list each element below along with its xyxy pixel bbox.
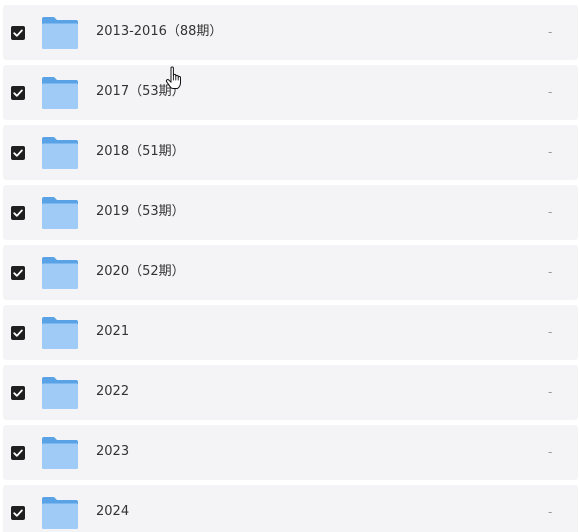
checkbox-checked-icon[interactable] [11,326,25,340]
folder-name[interactable]: 2017（53期） [96,82,185,102]
folder-size: - [548,145,553,159]
folder-size: - [548,505,553,519]
folder-name[interactable]: 2024 [96,502,129,522]
folder-row[interactable]: 2013-2016（88期） - [3,5,578,60]
checkbox-checked-icon[interactable] [11,386,25,400]
folder-size: - [548,265,553,279]
folder-size: - [548,445,553,459]
folder-icon [41,136,79,170]
folder-icon [41,256,79,290]
folder-row[interactable]: 2018（51期） - [3,125,578,180]
folder-name[interactable]: 2020（52期） [96,262,185,282]
folder-icon [41,76,79,110]
checkbox-checked-icon[interactable] [11,266,25,280]
folder-icon [41,316,79,350]
folder-icon [41,196,79,230]
folder-row[interactable]: 2019（53期） - [3,185,578,240]
folder-row[interactable]: 2023 - [3,425,578,480]
checkbox-checked-icon[interactable] [11,146,25,160]
folder-name[interactable]: 2019（53期） [96,202,185,222]
checkbox-checked-icon[interactable] [11,86,25,100]
folder-icon [41,436,79,470]
folder-name[interactable]: 2021 [96,322,129,342]
folder-name[interactable]: 2022 [96,382,129,402]
folder-size: - [548,85,553,99]
folder-name[interactable]: 2023 [96,442,129,462]
checkbox-checked-icon[interactable] [11,206,25,220]
folder-size: - [548,25,553,39]
folder-icon [41,496,79,530]
checkbox-checked-icon[interactable] [11,446,25,460]
checkbox-checked-icon[interactable] [11,506,25,520]
folder-row[interactable]: 2024 - [3,485,578,532]
folder-size: - [548,325,553,339]
folder-row[interactable]: 2020（52期） - [3,245,578,300]
checkbox-checked-icon[interactable] [11,26,25,40]
file-list: 2013-2016（88期） - 2017（53期） - 2018（51期） -… [0,0,579,532]
folder-icon [41,376,79,410]
folder-size: - [548,205,553,219]
folder-icon [41,16,79,50]
folder-name[interactable]: 2013-2016（88期） [96,22,222,42]
folder-row[interactable]: 2021 - [3,305,578,360]
folder-name[interactable]: 2018（51期） [96,142,185,162]
folder-size: - [548,385,553,399]
folder-row[interactable]: 2022 - [3,365,578,420]
folder-row[interactable]: 2017（53期） - [3,65,578,120]
